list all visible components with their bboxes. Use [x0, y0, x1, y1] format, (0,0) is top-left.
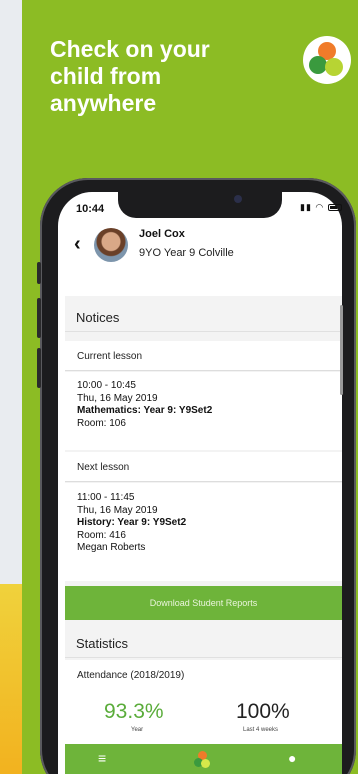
- next-lesson-room: Room: 416: [77, 529, 126, 541]
- next-lesson-time: 11:00 - 11:45: [77, 492, 135, 503]
- next-lesson-label: Next lesson: [65, 452, 342, 482]
- student-name: Joel Cox: [139, 228, 185, 240]
- phone-mute-switch: [37, 262, 41, 284]
- current-lesson-date: Thu, 16 May 2019: [77, 392, 158, 404]
- download-reports-button[interactable]: Download Student Reports: [65, 586, 342, 620]
- battery-icon: [327, 204, 342, 212]
- statistics-heading: Statistics: [65, 624, 342, 658]
- avatar: [94, 228, 128, 262]
- next-lesson-subject: History: Year 9: Y9Set2: [77, 517, 187, 528]
- wifi-icon: ◠: [315, 202, 325, 212]
- current-lesson-time: 10:00 - 10:45: [77, 380, 136, 391]
- attendance-year-value: 93.3%: [104, 700, 164, 723]
- camera-icon: [234, 195, 242, 203]
- current-lesson-room: Room: 106: [77, 417, 126, 429]
- next-lesson-details: 11:00 - 11:45 Thu, 16 May 2019 History: …: [77, 492, 186, 555]
- signal-icon: ▮▮: [300, 202, 312, 212]
- current-lesson-label: Current lesson: [65, 341, 342, 371]
- status-time: 10:44: [76, 203, 105, 215]
- attendance-year-caption: Year: [131, 727, 144, 733]
- profile-icon[interactable]: ●: [288, 750, 296, 766]
- attendance-recent-value: 100%: [236, 700, 290, 723]
- app-logo-icon[interactable]: [193, 750, 211, 768]
- phone-volume-up: [37, 298, 41, 338]
- attendance-recent-caption: Last 4 weeks: [243, 727, 279, 733]
- menu-icon[interactable]: ≡: [98, 750, 106, 766]
- current-lesson-details: 10:00 - 10:45 Thu, 16 May 2019 Mathemati…: [77, 380, 212, 430]
- phone-notch: [118, 190, 282, 218]
- promo-headline: Check on your child from anywhere: [50, 36, 210, 116]
- student-meta: 9YO Year 9 Colville: [139, 247, 234, 259]
- next-lesson-teacher: Megan Roberts: [77, 542, 146, 553]
- left-edge-strip: [0, 0, 22, 774]
- app-logo-icon: [303, 36, 351, 84]
- scrollbar[interactable]: [340, 305, 343, 395]
- next-lesson-date: Thu, 16 May 2019: [77, 504, 158, 516]
- current-lesson-subject: Mathematics: Year 9: Y9Set2: [77, 405, 213, 416]
- notices-heading: Notices: [65, 298, 342, 332]
- status-icons: ▮▮ ◠: [300, 202, 342, 213]
- phone-volume-down: [37, 348, 41, 388]
- attendance-title: Attendance (2018/2019): [77, 670, 185, 681]
- back-chevron-icon[interactable]: ‹: [74, 233, 81, 256]
- yellow-edge-stripe: [0, 584, 22, 774]
